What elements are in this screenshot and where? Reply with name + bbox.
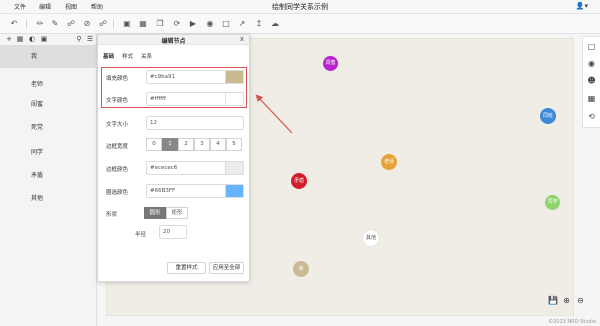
sidebar-item-other[interactable]: 其他 bbox=[0, 188, 96, 210]
menu-bar: 文件 编辑 视图 帮助 绘制同学关系示例 👤▾ bbox=[0, 0, 600, 14]
refresh-icon[interactable]: ⟳ bbox=[172, 19, 182, 29]
grid-icon[interactable]: ▦ bbox=[16, 35, 24, 44]
layout-icon[interactable]: ▦ bbox=[586, 93, 597, 104]
undo-icon[interactable]: ↶ bbox=[9, 19, 19, 29]
link-alt-icon[interactable]: ☍ bbox=[98, 19, 108, 29]
export-icon[interactable]: ↗ bbox=[237, 19, 247, 29]
zoom-out-icon[interactable]: ⊖ bbox=[576, 296, 585, 305]
border-width-label: 边框宽度 bbox=[106, 144, 129, 150]
border-color-input[interactable]: #ececec6 bbox=[146, 161, 244, 175]
shape-label: 形状 bbox=[106, 212, 118, 218]
sidebar-toolbar: + ▦ ◐ ▣ ⚲ ☰ bbox=[0, 34, 97, 46]
image-icon[interactable]: ▣ bbox=[122, 19, 132, 29]
search-icon[interactable]: ⚲ bbox=[75, 35, 83, 44]
border-width-2[interactable]: 2 bbox=[178, 138, 194, 151]
sidebar-item-buddy[interactable]: 死党 bbox=[0, 117, 96, 139]
border-color-value: #ececec6 bbox=[150, 165, 178, 171]
video-icon[interactable]: ◉ bbox=[205, 19, 215, 29]
circle-color-label: 圈选颜色 bbox=[106, 190, 129, 196]
apply-all-button[interactable]: 应用至全部 bbox=[209, 262, 244, 274]
highlight-box bbox=[101, 67, 247, 108]
close-icon[interactable]: x bbox=[240, 35, 244, 43]
save-icon[interactable]: 💾 bbox=[548, 296, 558, 305]
palette-icon[interactable]: ◉ bbox=[586, 58, 597, 69]
toolbar-divider bbox=[113, 19, 114, 29]
sidebar-item-teacher[interactable]: 老师 bbox=[0, 74, 96, 96]
pie-icon[interactable]: ◐ bbox=[28, 35, 36, 44]
circle-color-swatch[interactable] bbox=[225, 185, 243, 197]
node-classmate[interactable]: 同学 bbox=[545, 195, 560, 210]
radius-input[interactable]: 20 bbox=[159, 225, 187, 239]
sidebar-item-conflict[interactable]: 矛盾 bbox=[0, 165, 96, 187]
circle-color-input[interactable]: #66B3FF bbox=[146, 184, 244, 198]
reset-style-button[interactable]: 重置样式 bbox=[167, 262, 206, 274]
window-title: 绘制同学关系示例 bbox=[272, 3, 328, 11]
node-bestie[interactable]: 闺蜜 bbox=[323, 56, 338, 71]
node-class[interactable]: 同班 bbox=[540, 108, 556, 124]
border-width-4[interactable]: 4 bbox=[210, 138, 226, 151]
sidebar-item-bestie[interactable]: 闺蜜 bbox=[0, 94, 96, 116]
sidebar: + ▦ ◐ ▣ ⚲ ☰ 我 老师 闺蜜 死党 同学 矛盾 其他 bbox=[0, 34, 97, 326]
node-teacher[interactable]: 老师 bbox=[381, 154, 397, 170]
circle-color-value: #66B3FF bbox=[150, 188, 176, 194]
border-width-1[interactable]: 1 bbox=[162, 138, 178, 151]
border-color-label: 边框颜色 bbox=[106, 167, 129, 173]
comment-icon[interactable]: ✏ bbox=[35, 19, 45, 29]
dialog-header[interactable]: 编辑节点 x bbox=[98, 35, 249, 45]
dialog-title: 编辑节点 bbox=[161, 38, 186, 45]
font-size-label: 文字大小 bbox=[106, 122, 129, 128]
border-width-3[interactable]: 3 bbox=[194, 138, 210, 151]
ban-icon[interactable]: ⊘ bbox=[82, 19, 92, 29]
layout-icon[interactable]: □ bbox=[221, 19, 231, 29]
font-size-input[interactable]: 12 bbox=[146, 116, 244, 130]
toolbar-divider bbox=[26, 19, 27, 29]
link-icon[interactable]: ☍ bbox=[66, 19, 76, 29]
play-icon[interactable]: ▶ bbox=[188, 19, 198, 29]
users-icon[interactable]: ☻ bbox=[586, 75, 597, 86]
table-icon[interactable]: ▦ bbox=[138, 19, 148, 29]
tab-relation[interactable]: 关系 bbox=[141, 52, 152, 60]
border-width-0[interactable]: 0 bbox=[146, 138, 162, 151]
border-color-swatch[interactable] bbox=[225, 162, 243, 174]
menu-icon[interactable]: ☰ bbox=[86, 35, 94, 44]
comment-off-icon[interactable]: ✎ bbox=[50, 19, 60, 29]
node-me[interactable]: 我 bbox=[293, 261, 309, 277]
file-icon[interactable]: □ bbox=[586, 41, 597, 52]
toolbar: ↶ ✏ ✎ ☍ ⊘ ☍ ▣ ▦ ❐ ⟳ ▶ ◉ □ ↗ ↥ ☁ bbox=[0, 14, 600, 34]
user-icon[interactable]: 👤▾ bbox=[576, 2, 588, 10]
node-other[interactable]: 其他 bbox=[363, 230, 379, 246]
radius-label: 半径 bbox=[135, 232, 147, 238]
right-tool-panel: □ ◉ ☻ ▦ ⟲ bbox=[582, 36, 600, 128]
history-icon[interactable]: ⟲ bbox=[586, 111, 597, 122]
node-conflict[interactable]: 矛盾 bbox=[291, 173, 307, 189]
border-width-5[interactable]: 5 bbox=[226, 138, 242, 151]
shape-circle-button[interactable]: 圆形 bbox=[144, 207, 166, 219]
footer-copyright: ©2023 NRD Studio bbox=[548, 319, 596, 325]
zoom-in-icon[interactable]: ⊕ bbox=[562, 296, 571, 305]
shape-rect-button[interactable]: 矩形 bbox=[166, 207, 188, 219]
image-icon[interactable]: ▣ bbox=[40, 35, 48, 44]
tab-basic[interactable]: 基础 bbox=[103, 52, 114, 60]
sidebar-item-classmate[interactable]: 同学 bbox=[0, 142, 96, 164]
upload-icon[interactable]: ↥ bbox=[254, 19, 264, 29]
sidebar-item-me[interactable]: 我 bbox=[0, 46, 96, 68]
tab-style[interactable]: 样式 bbox=[122, 52, 133, 60]
add-icon[interactable]: + bbox=[5, 35, 13, 44]
copy-icon[interactable]: ❐ bbox=[155, 19, 165, 29]
cloud-icon[interactable]: ☁ bbox=[270, 19, 280, 29]
